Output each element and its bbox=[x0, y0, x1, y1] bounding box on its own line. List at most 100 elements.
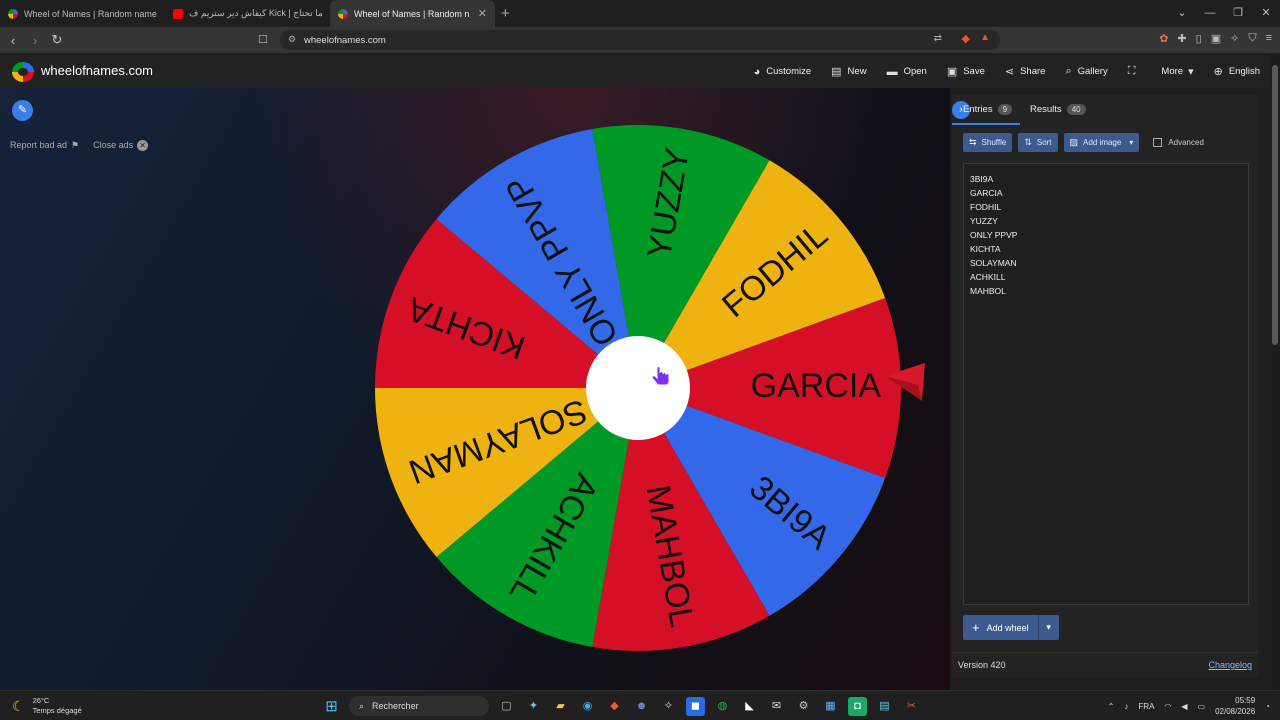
vpn-icon[interactable]: ⛉ bbox=[1248, 32, 1256, 45]
minimize-icon[interactable]: — bbox=[1196, 0, 1224, 27]
taskbar-search[interactable]: ⌕ Rechercher bbox=[349, 696, 489, 716]
report-bad-ad-link[interactable]: Report bad ad ⚑ bbox=[10, 140, 79, 151]
brave-icon[interactable]: ◆ bbox=[605, 697, 624, 716]
sidebar-icon[interactable]: ▯ bbox=[1196, 32, 1202, 45]
panel-footer: Version 420 Changelog bbox=[952, 652, 1258, 677]
capcut-icon[interactable]: ◣ bbox=[740, 697, 759, 716]
file-explorer-icon[interactable]: ▰ bbox=[551, 697, 570, 716]
edge-icon[interactable]: ◉ bbox=[578, 697, 597, 716]
entries-textarea[interactable]: 3BI9A GARCIA FODHIL YUZZY ONLY PPVP KICHTA SOL… bbox=[963, 163, 1249, 605]
settings-icon[interactable]: ⚙ bbox=[794, 697, 813, 716]
translate-icon[interactable]: ⇄ bbox=[934, 33, 942, 44]
weather-widget[interactable]: ☾ 26°C Temps dégagé bbox=[12, 696, 82, 716]
shuffle-button[interactable]: ⇆ Shuffle bbox=[963, 133, 1013, 152]
battery-icon[interactable]: ▭ bbox=[1198, 702, 1206, 711]
version-label: Version 420 bbox=[958, 660, 1006, 670]
browser-tab-2[interactable]: كيفاش دير ستريم ف Kick | كل ما تحتاج bbox=[165, 0, 330, 27]
app-blue-icon[interactable]: ◼ bbox=[686, 696, 705, 716]
puzzle-icon[interactable]: ✚ bbox=[1177, 32, 1186, 45]
fullscreen-button[interactable]: ⛶ bbox=[1128, 65, 1142, 78]
microphone-icon[interactable]: ♪ bbox=[1124, 702, 1128, 711]
site-info-icon[interactable]: ⚙ bbox=[288, 34, 296, 45]
wifi-icon[interactable]: ◠ bbox=[1164, 702, 1171, 711]
language-button[interactable]: ⊕ English bbox=[1214, 65, 1260, 78]
add-image-button[interactable]: ▨ Add image ▾ bbox=[1063, 133, 1140, 152]
notepad-icon[interactable]: ▤ bbox=[875, 697, 894, 716]
new-button[interactable]: ▤ New bbox=[831, 65, 866, 78]
share-button[interactable]: ⋖ Share bbox=[1005, 65, 1046, 78]
wallet-icon[interactable]: ▣ bbox=[1211, 32, 1221, 45]
address-bar[interactable]: ⚙ wheelofnames.com ⇄ ◆ ▲ bbox=[280, 30, 1000, 50]
back-icon[interactable]: ‹ bbox=[2, 33, 24, 48]
share-icon: ⋖ bbox=[1004, 66, 1015, 78]
site-name[interactable]: wheelofnames.com bbox=[41, 63, 153, 78]
tab-title: Wheel of Names | Random n bbox=[354, 8, 470, 19]
task-view-icon[interactable]: ▢ bbox=[497, 697, 516, 716]
reload-icon[interactable]: ↻ bbox=[46, 32, 68, 48]
discord-icon[interactable]: ☻ bbox=[632, 697, 651, 716]
entries-count-badge: 9 bbox=[997, 104, 1013, 115]
brave-shield-icon[interactable]: ◆ bbox=[962, 32, 970, 45]
chevron-up-icon[interactable]: ⌃ bbox=[1108, 702, 1115, 711]
app-green-icon[interactable]: ◘ bbox=[848, 696, 867, 716]
weather-text: Temps dégagé bbox=[32, 706, 82, 715]
windows-start-icon[interactable]: ⊞ bbox=[322, 697, 341, 716]
more-button[interactable]: More ▾ bbox=[1161, 65, 1193, 78]
spotify-icon[interactable]: ◍ bbox=[713, 697, 732, 716]
page-scrollbar[interactable] bbox=[1270, 55, 1280, 690]
sort-icon: ⇅ bbox=[1024, 137, 1032, 147]
browser-tab-strip: Wheel of Names | Random name pick كيفاش … bbox=[0, 0, 1280, 27]
tab-search-icon[interactable]: ⌄ bbox=[1168, 0, 1196, 27]
entry-line: MAHBOL bbox=[970, 286, 1006, 296]
tab-results[interactable]: Results 40 bbox=[1030, 104, 1086, 115]
wheel-area: ✎ Report bad ad ⚑ Close ads ✕ GARCIA 3BI9A M… bbox=[0, 88, 950, 690]
edit-pencil-icon[interactable]: ✎ bbox=[12, 100, 33, 121]
open-button[interactable]: ▬ Open bbox=[887, 66, 927, 78]
entry-line: 3BI9A bbox=[970, 174, 994, 184]
changelog-link[interactable]: Changelog bbox=[1208, 660, 1252, 670]
notification-icon[interactable]: ◔ bbox=[1265, 702, 1270, 711]
add-wheel-dropdown-icon[interactable]: ▾ bbox=[1039, 622, 1059, 633]
close-window-icon[interactable]: ✕ bbox=[1252, 0, 1280, 27]
taskbar-apps: ⊞ ⌕ Rechercher ▢ ✦ ▰ ◉ ◆ ☻ ✧ ◼ ◍ ◣ ✉ ⚙ ▦ … bbox=[322, 696, 921, 716]
bookmark-icon[interactable]: ☐ bbox=[258, 33, 268, 46]
entry-line: ONLY PPVP bbox=[970, 230, 1018, 240]
temperature: 26°C bbox=[32, 696, 50, 705]
gallery-button[interactable]: ⌕ Gallery bbox=[1065, 65, 1107, 78]
new-tab-button[interactable]: + bbox=[501, 5, 510, 22]
copilot-icon[interactable]: ✦ bbox=[524, 697, 543, 716]
menu-icon[interactable]: ≡ bbox=[1266, 32, 1272, 45]
brave-rewards-icon[interactable]: ▲ bbox=[980, 32, 990, 43]
tab-entries[interactable]: Entries 9 bbox=[963, 104, 1013, 115]
top-menu: ◕ Customize ▤ New ▬ Open ▣ Save ⋖ Share ⌕ Gall… bbox=[734, 55, 1260, 88]
clock[interactable]: 05:59 02/08/2026 bbox=[1215, 695, 1255, 717]
close-ads-link[interactable]: Close ads ✕ bbox=[93, 140, 149, 151]
chevron-down-icon: ▾ bbox=[1188, 66, 1194, 78]
language-indicator[interactable]: FRA bbox=[1138, 702, 1154, 711]
entry-line: FODHIL bbox=[970, 202, 1002, 212]
save-button[interactable]: ▣ Save bbox=[947, 65, 985, 78]
wheel-logo-icon[interactable] bbox=[12, 62, 34, 82]
url-text: wheelofnames.com bbox=[304, 34, 386, 46]
messenger-icon[interactable]: ✉ bbox=[767, 697, 786, 716]
sort-button[interactable]: ⇅ Sort bbox=[1018, 133, 1058, 152]
volume-icon[interactable]: ◀ bbox=[1181, 702, 1187, 711]
photos-icon[interactable]: ▦ bbox=[821, 697, 840, 716]
tab-close-icon[interactable]: ✕ bbox=[478, 7, 487, 20]
name-wheel[interactable]: GARCIA3BI9AMAHBOLACHKILLSOLAYMANKICHTAON… bbox=[373, 123, 903, 653]
browser-tab-3[interactable]: Wheel of Names | Random n ✕ bbox=[330, 0, 495, 27]
add-wheel-main[interactable]: + Add wheel bbox=[963, 615, 1039, 640]
image-icon: ▨ bbox=[1069, 137, 1079, 147]
forward-icon[interactable]: › bbox=[24, 33, 46, 48]
extension-icon[interactable]: ✿ bbox=[1159, 32, 1168, 45]
advanced-checkbox[interactable]: Advanced bbox=[1153, 138, 1204, 147]
scrollbar-thumb[interactable] bbox=[1272, 65, 1278, 345]
browser-tab-1[interactable]: Wheel of Names | Random name pick bbox=[0, 0, 165, 27]
snipping-icon[interactable]: ✂ bbox=[902, 697, 921, 716]
wheel-center-hub[interactable] bbox=[586, 336, 690, 440]
leo-icon[interactable]: ✧ bbox=[1230, 32, 1239, 45]
maximize-icon[interactable]: ❐ bbox=[1224, 0, 1252, 27]
add-wheel-button[interactable]: + Add wheel ▾ bbox=[963, 615, 1059, 640]
app-icon[interactable]: ✧ bbox=[659, 697, 678, 716]
customize-button[interactable]: ◕ Customize bbox=[754, 66, 812, 78]
